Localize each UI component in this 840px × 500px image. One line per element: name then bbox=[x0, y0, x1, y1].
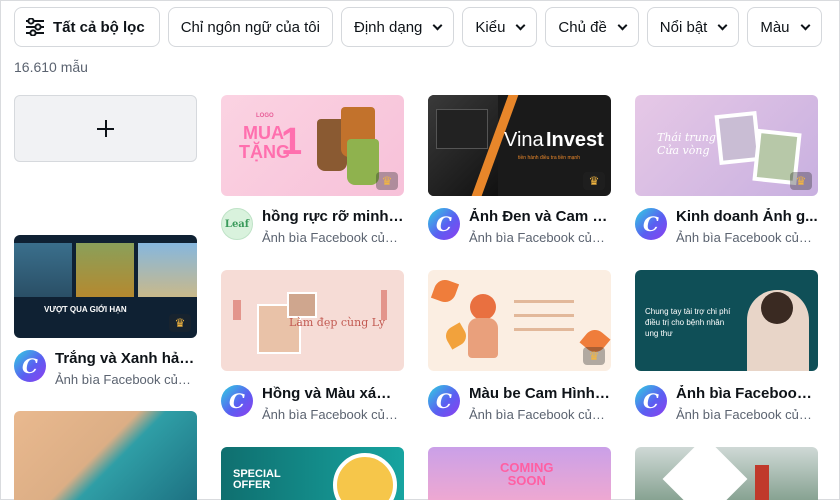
template-thumbnail-sport[interactable]: VƯỢT QUA GIỚI HẠN ♛ bbox=[14, 235, 197, 338]
template-title[interactable]: Màu be Cam Hình ... bbox=[469, 385, 611, 402]
vina-tagline: tiền hành điều tra tiền mạnh bbox=[518, 155, 580, 161]
template-title[interactable]: Kinh doanh Ảnh g... bbox=[676, 208, 818, 225]
template-title[interactable]: Ảnh bìa Facebook ... bbox=[676, 385, 818, 402]
chevron-down-icon bbox=[515, 20, 526, 30]
canva-logo-icon: C bbox=[428, 208, 460, 240]
drinks-mua: MUA bbox=[243, 123, 284, 143]
template-meta: C Hồng và Màu xám ... Ảnh bìa Facebook c… bbox=[221, 385, 404, 425]
template-thumbnail-beauty[interactable]: Làm đẹp cùng Ly bbox=[221, 270, 404, 371]
topic-label: Chủ đề bbox=[558, 18, 607, 36]
sliders-icon bbox=[26, 18, 44, 36]
canva-logo-icon: C bbox=[221, 385, 253, 417]
template-meta: C Kinh doanh Ảnh g... Ảnh bìa Facebook c… bbox=[635, 208, 818, 248]
template-title[interactable]: hồng rực rỡ minh ... bbox=[262, 208, 404, 225]
topic-filter[interactable]: Chủ đề bbox=[545, 7, 639, 47]
chevron-down-icon bbox=[800, 20, 810, 30]
style-label: Kiểu bbox=[475, 18, 506, 36]
template-thumbnail-autumn[interactable]: ♛ bbox=[428, 270, 611, 371]
invest-text: Invest bbox=[546, 129, 604, 151]
style-filter[interactable]: Kiểu bbox=[462, 7, 538, 47]
brand-logo-text: Leaf bbox=[224, 218, 250, 230]
crown-icon: ♛ bbox=[583, 172, 605, 190]
canva-logo-icon: C bbox=[14, 350, 46, 382]
template-subtitle: Ảnh bìa Facebook của ... bbox=[262, 230, 404, 245]
template-thumbnail-wedding[interactable]: Thái trung Cửa vòng ♛ bbox=[635, 95, 818, 196]
template-title[interactable]: Hồng và Màu xám ... bbox=[262, 385, 404, 402]
color-label: Màu bbox=[760, 18, 790, 36]
template-meta: C Màu be Cam Hình ... Ảnh bìa Facebook c… bbox=[428, 385, 611, 425]
template-thumbnail-vinainvest[interactable]: Vina Invest tiền hành điều tra tiền mạnh… bbox=[428, 95, 611, 196]
chevron-down-icon bbox=[617, 20, 628, 30]
brand-logo-icon: Leaf bbox=[221, 208, 253, 240]
drinks-logo-text: LOGO bbox=[256, 113, 274, 119]
template-thumbnail-special-offer[interactable]: SPECIAL OFFER bbox=[221, 447, 404, 500]
wedding-script-text: Thái trung Cửa vòng bbox=[657, 131, 716, 157]
canva-logo-icon: C bbox=[635, 208, 667, 240]
vina-text: Vina bbox=[504, 129, 544, 151]
special-offer-text: SPECIAL OFFER bbox=[233, 468, 281, 491]
coming-soon-text: COMING SOON bbox=[500, 460, 554, 488]
template-subtitle: Ảnh bìa Facebook của ... bbox=[262, 407, 404, 422]
template-thumbnail-beach[interactable] bbox=[14, 411, 197, 500]
template-meta: C Trắng và Xanh hải ... Ảnh bìa Facebook… bbox=[14, 350, 197, 390]
template-thumbnail-cancer-fund[interactable]: Chung tay tài trợ chi phí điều trị cho b… bbox=[635, 270, 818, 371]
crown-icon: ♛ bbox=[790, 172, 812, 190]
featured-label: Nổi bật bbox=[659, 18, 708, 36]
create-blank-button[interactable] bbox=[14, 95, 197, 162]
plus-icon bbox=[97, 120, 114, 137]
canva-logo-icon: C bbox=[428, 385, 460, 417]
color-filter[interactable]: Màu bbox=[747, 7, 822, 47]
chevron-down-icon bbox=[717, 20, 728, 30]
template-meta: Leaf hồng rực rỡ minh ... Ảnh bìa Facebo… bbox=[221, 208, 404, 248]
template-subtitle: Ảnh bìa Facebook của ... bbox=[676, 407, 818, 422]
template-subtitle: Ảnh bìa Facebook của ... bbox=[469, 407, 611, 422]
result-count: 16.610 mẫu bbox=[14, 59, 88, 75]
crown-icon: ♛ bbox=[169, 314, 191, 332]
crown-icon: ♛ bbox=[376, 172, 398, 190]
template-thumbnail-coming-soon[interactable]: COMING SOON bbox=[428, 447, 611, 500]
template-thumbnail-travel[interactable] bbox=[635, 447, 818, 500]
all-filters-label: Tất cả bộ lọc bbox=[53, 18, 145, 36]
template-meta: C Ảnh bìa Facebook ... Ảnh bìa Facebook … bbox=[635, 385, 818, 425]
canva-logo-icon: C bbox=[635, 385, 667, 417]
template-subtitle: Ảnh bìa Facebook của ... bbox=[676, 230, 818, 245]
template-title[interactable]: Ảnh Đen và Cam T... bbox=[469, 208, 611, 225]
template-subtitle: Ảnh bìa Facebook của ... bbox=[469, 230, 611, 245]
format-filter[interactable]: Định dạng bbox=[341, 7, 455, 47]
beauty-headline: Làm đẹp cùng Ly bbox=[289, 316, 386, 329]
chevron-down-icon bbox=[432, 20, 443, 30]
crown-icon: ♛ bbox=[583, 347, 605, 365]
template-meta: C Ảnh Đen và Cam T... Ảnh bìa Facebook c… bbox=[428, 208, 611, 248]
all-filters-button[interactable]: Tất cả bộ lọc bbox=[14, 7, 160, 47]
sport-headline: VƯỢT QUA GIỚI HẠN bbox=[44, 305, 127, 314]
format-label: Định dạng bbox=[354, 18, 423, 36]
template-title[interactable]: Trắng và Xanh hải ... bbox=[55, 350, 197, 367]
template-subtitle: Ảnh bìa Facebook của ... bbox=[55, 372, 197, 387]
drinks-one: 1 bbox=[281, 121, 303, 163]
my-language-label: Chỉ ngôn ngữ của tôi bbox=[180, 18, 320, 36]
template-thumbnail-drinks[interactable]: LOGO MUA TẶNG 1 ♛ bbox=[221, 95, 404, 196]
cancer-fund-text: Chung tay tài trợ chi phí điều trị cho b… bbox=[645, 307, 731, 338]
featured-filter[interactable]: Nổi bật bbox=[646, 7, 740, 47]
filter-bar: Tất cả bộ lọc Chỉ ngôn ngữ của tôi Định … bbox=[14, 7, 822, 47]
my-language-filter[interactable]: Chỉ ngôn ngữ của tôi bbox=[167, 7, 333, 47]
